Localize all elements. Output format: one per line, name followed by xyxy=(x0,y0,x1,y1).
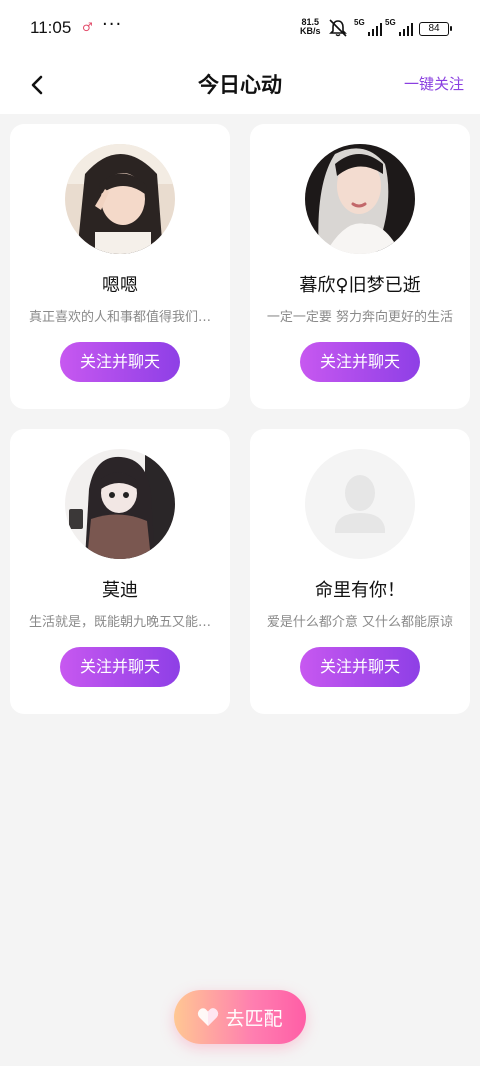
user-name: 莫迪 xyxy=(102,580,138,601)
avatar[interactable] xyxy=(305,144,415,254)
user-bio: 爱是什么都介意 又什么都能原谅 xyxy=(266,615,454,630)
user-bio: 一定一定要 努力奔向更好的生活 xyxy=(266,310,454,325)
mute-icon xyxy=(329,19,347,37)
user-card[interactable]: 暮欣♀旧梦已逝 一定一定要 努力奔向更好的生活 关注并聊天 xyxy=(250,124,470,409)
match-button-label: 去匹配 xyxy=(225,1007,283,1030)
status-bar: 11:05 ♂ ··· 81.5 KB/s 5G 5G 84 xyxy=(0,0,480,58)
follow-and-chat-button[interactable]: 关注并聊天 xyxy=(60,342,180,382)
network-speed-unit: KB/s xyxy=(300,26,321,36)
sim2-tag: 5G xyxy=(385,18,396,27)
network-speed: 81.5 KB/s xyxy=(300,18,321,36)
avatar[interactable] xyxy=(305,449,415,559)
more-notifications-icon: ··· xyxy=(102,14,123,35)
sim1-tag: 5G xyxy=(354,18,365,27)
user-name: 命里有你！ xyxy=(315,580,405,601)
notification-icon: ♂ xyxy=(82,20,93,34)
nav-bar: 今日心动 一键关注 xyxy=(0,58,480,114)
user-bio: 真正喜欢的人和事都值得我们… xyxy=(28,310,211,325)
user-card[interactable]: 命里有你！ 爱是什么都介意 又什么都能原谅 关注并聊天 xyxy=(250,429,470,714)
follow-and-chat-button[interactable]: 关注并聊天 xyxy=(300,647,420,687)
battery-icon: 84 xyxy=(419,22,452,36)
user-name: 暮欣♀旧梦已逝 xyxy=(299,275,421,296)
avatar[interactable] xyxy=(65,449,175,559)
follow-and-chat-button[interactable]: 关注并聊天 xyxy=(300,342,420,382)
default-avatar-icon xyxy=(305,449,415,559)
heart-icon xyxy=(198,1008,219,1026)
signal-sim1-icon: 5G xyxy=(354,18,382,36)
follow-and-chat-button[interactable]: 关注并聊天 xyxy=(60,647,180,687)
user-card[interactable]: 嗯嗯 真正喜欢的人和事都值得我们… 关注并聊天 xyxy=(10,124,230,409)
match-button[interactable]: 去匹配 xyxy=(174,990,306,1044)
user-bio: 生活就是，既能朝九晚五又能… xyxy=(28,615,211,630)
avatar[interactable] xyxy=(65,144,175,254)
user-name: 嗯嗯 xyxy=(102,275,138,296)
signal-sim2-icon: 5G xyxy=(385,18,413,36)
follow-all-button[interactable]: 一键关注 xyxy=(404,73,464,94)
user-card[interactable]: 莫迪 生活就是，既能朝九晚五又能… 关注并聊天 xyxy=(10,429,230,714)
status-time: 11:05 xyxy=(30,18,72,37)
